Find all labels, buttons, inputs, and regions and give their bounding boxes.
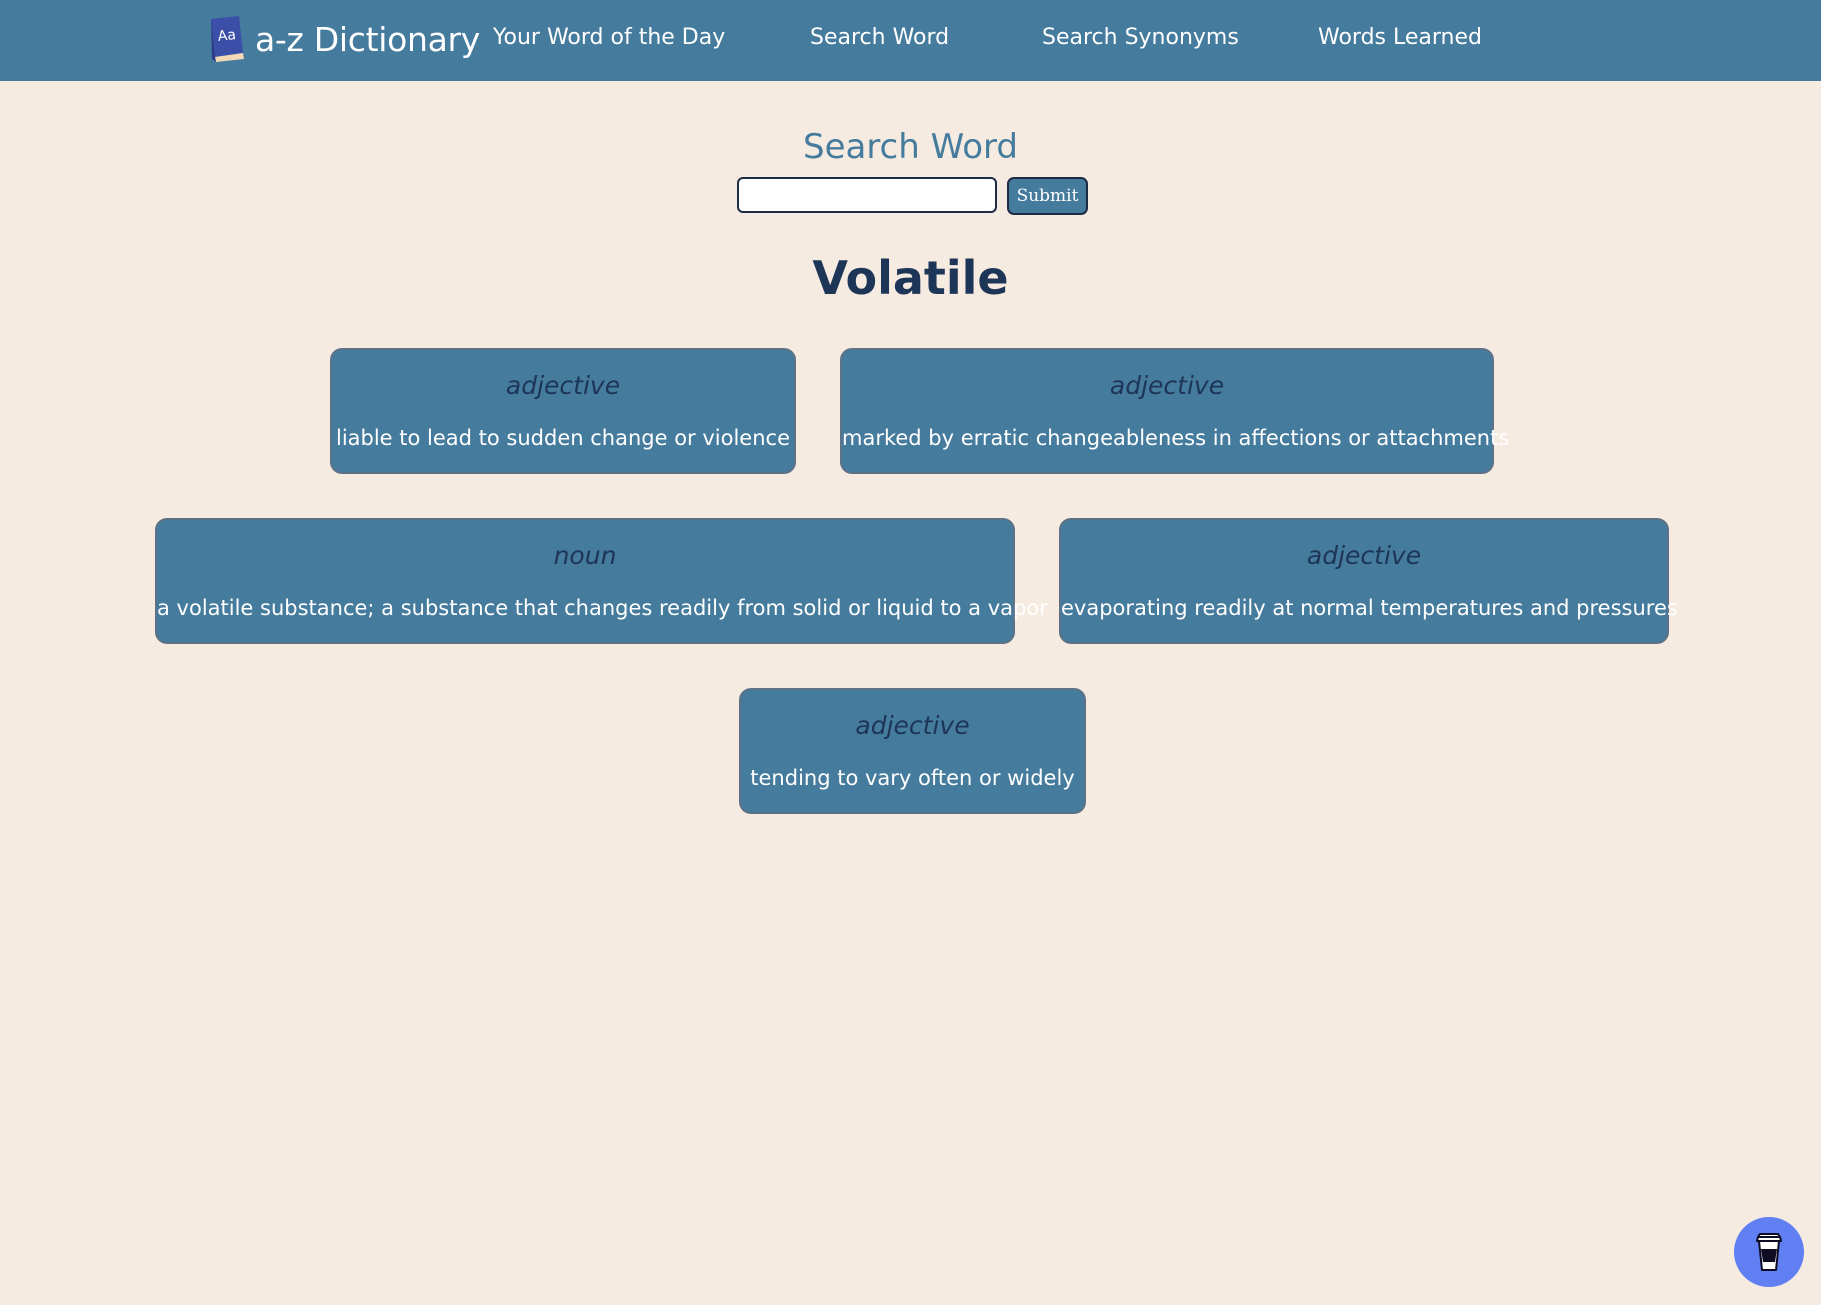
definition-text: evaporating readily at normal temperatur… xyxy=(1061,596,1678,620)
submit-button[interactable]: Submit xyxy=(1007,177,1088,215)
nav-link-words-learned[interactable]: Words Learned xyxy=(1318,24,1482,52)
brand-link[interactable]: Aa a-z Dictionary xyxy=(205,14,480,64)
nav-link-word-of-the-day[interactable]: Your Word of the Day xyxy=(493,24,725,52)
buy-me-a-coffee-button[interactable] xyxy=(1734,1217,1804,1287)
part-of-speech: adjective xyxy=(1306,541,1422,570)
definition-card: adjective tending to vary often or widel… xyxy=(739,688,1086,814)
nav-link-search-synonyms[interactable]: Search Synonyms xyxy=(1042,24,1239,52)
logo-text: Aa xyxy=(217,27,237,45)
nav-link-search-word[interactable]: Search Word xyxy=(810,24,949,52)
definition-text: marked by erratic changeableness in affe… xyxy=(842,426,1510,450)
part-of-speech: adjective xyxy=(855,711,970,740)
navbar: Aa a-z Dictionary Your Word of the Day S… xyxy=(0,0,1821,81)
search-input[interactable] xyxy=(737,177,997,213)
definition-card: adjective marked by erratic changeablene… xyxy=(840,348,1510,474)
part-of-speech: adjective xyxy=(1109,371,1225,400)
definition-card: adjective evaporating readily at normal … xyxy=(1059,518,1678,644)
definition-text: liable to lead to sudden change or viole… xyxy=(335,426,790,450)
word-heading: Volatile xyxy=(812,251,1009,305)
coffee-cup-icon xyxy=(1756,1233,1782,1271)
book-icon: Aa xyxy=(211,16,244,62)
search-title: Search Word xyxy=(802,127,1018,167)
definition-card: adjective liable to lead to sudden chang… xyxy=(330,348,796,474)
definition-text: a volatile substance; a substance that c… xyxy=(157,596,1048,620)
part-of-speech: noun xyxy=(553,541,617,570)
definition-text: tending to vary often or widely xyxy=(750,766,1075,790)
definition-card: noun a volatile substance; a substance t… xyxy=(155,518,1048,644)
brand-title: a-z Dictionary xyxy=(255,19,480,59)
part-of-speech: adjective xyxy=(505,371,621,400)
